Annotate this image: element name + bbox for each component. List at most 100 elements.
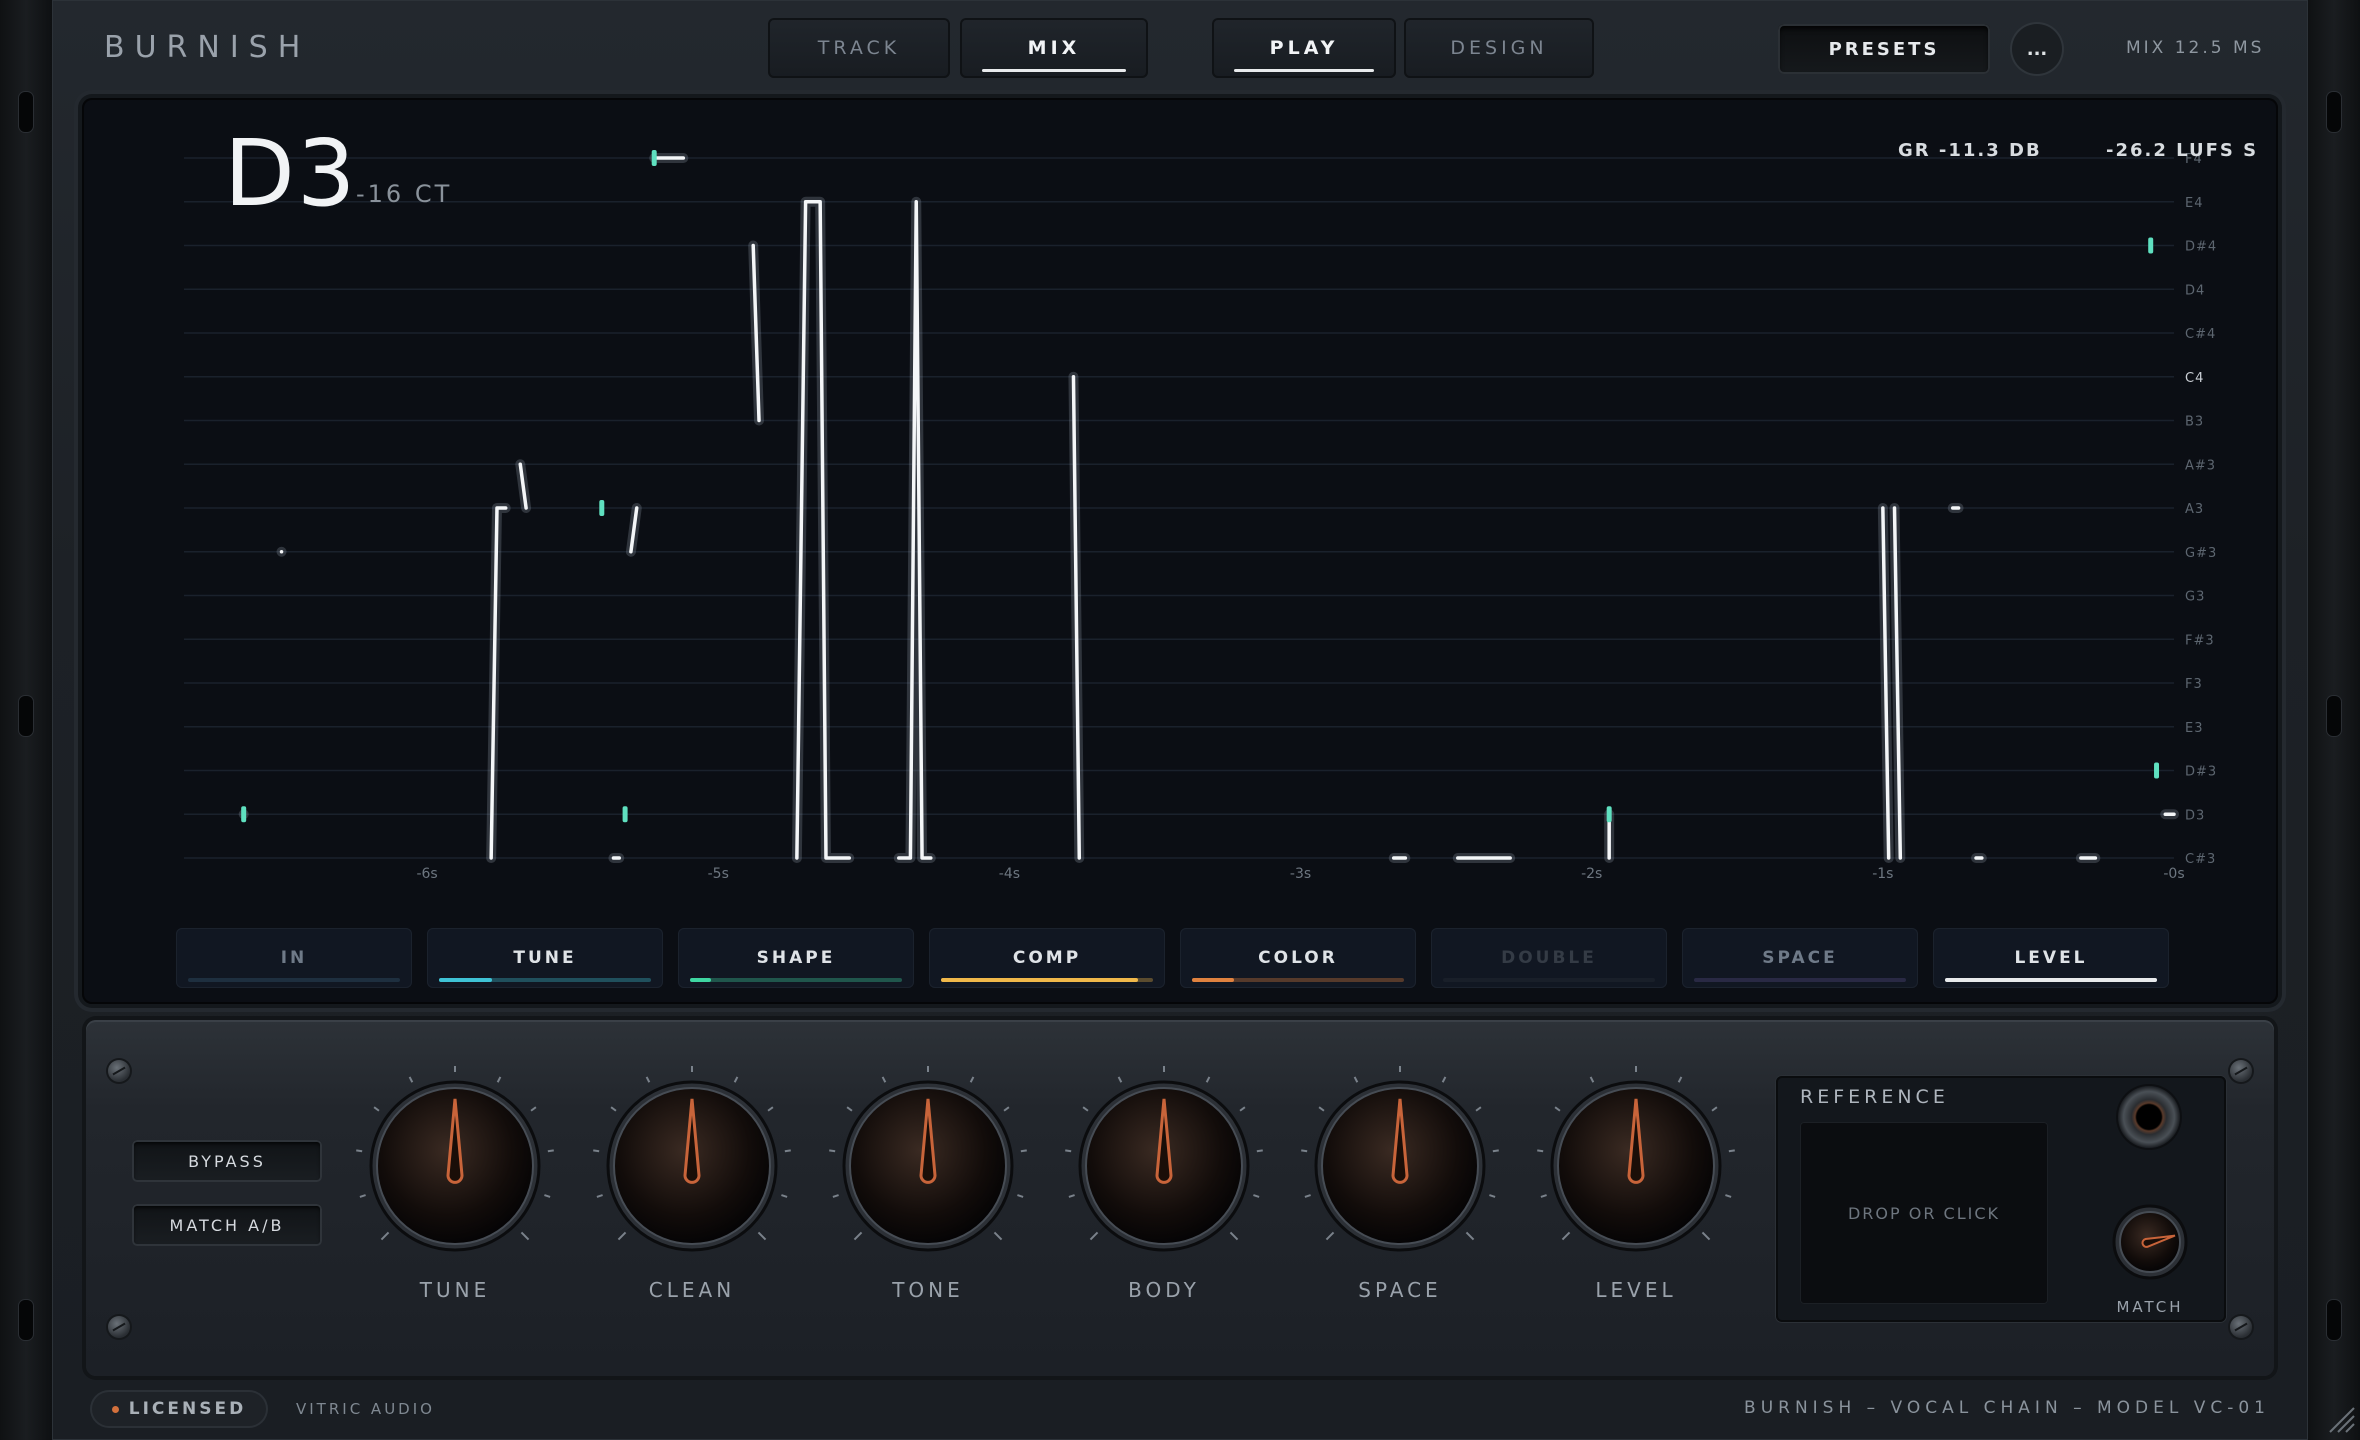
pitch-onset-marker	[241, 806, 247, 823]
match-knob-label: MATCH	[2116, 1298, 2184, 1316]
knob-body[interactable]	[1064, 1066, 1264, 1266]
knob-space[interactable]	[1300, 1066, 1500, 1266]
knob-tick	[1353, 1076, 1359, 1083]
knob-tick	[993, 1231, 1003, 1241]
rack-slot	[19, 1300, 33, 1340]
knob-tick	[544, 1194, 551, 1198]
reference-title: REFERENCE	[1800, 1086, 1949, 1108]
license-status-icon	[111, 1405, 119, 1413]
knob-tick	[617, 1231, 627, 1241]
knob-label: CLEAN	[648, 1278, 736, 1302]
stage-in-button[interactable]: IN	[176, 928, 412, 988]
knob-tick	[757, 1231, 767, 1241]
vendor-name: VITRIC AUDIO	[296, 1400, 435, 1418]
stage-level-fill	[1945, 978, 2157, 982]
knob-tick	[1701, 1231, 1711, 1241]
knob-tick	[1256, 1149, 1263, 1153]
time-tick-label: -6s	[416, 866, 437, 882]
stage-level-meter	[1443, 978, 1655, 982]
screw-icon	[2230, 1060, 2252, 1082]
knob-tick	[1325, 1231, 1335, 1241]
knob-tone[interactable]	[828, 1066, 1028, 1266]
knob-clean[interactable]	[592, 1066, 792, 1266]
resize-grip-icon[interactable]	[2326, 1404, 2356, 1434]
knob-tick	[784, 1149, 791, 1153]
pitch-tick-label: D#3	[2185, 765, 2217, 780]
knob-tick	[969, 1076, 975, 1083]
knob-label: SPACE	[1358, 1278, 1442, 1302]
knob-tick	[1589, 1076, 1595, 1083]
knob-tick	[373, 1106, 380, 1112]
knob-label: BODY	[1128, 1278, 1200, 1302]
model-name: BURNISH – VOCAL CHAIN – MODEL VC-01	[1744, 1398, 2270, 1418]
gain-reduction-readout: GR -11.3 DB	[1898, 140, 2042, 161]
stage-level-meter	[1945, 978, 2157, 982]
knob-tick	[610, 1106, 617, 1112]
knob-tick	[1020, 1149, 1027, 1153]
knob-label: TUNE	[419, 1278, 491, 1302]
knob-tick	[1561, 1231, 1571, 1241]
detected-note: D3	[224, 120, 358, 227]
knob-tick	[1017, 1194, 1024, 1198]
license-badge: LICENSED	[90, 1390, 268, 1428]
knob-tick	[767, 1106, 774, 1112]
knob-tick	[1492, 1149, 1499, 1153]
reference-jack-icon[interactable]	[2118, 1086, 2180, 1148]
reference-drop-zone[interactable]: DROP OR CLICK	[1800, 1122, 2048, 1304]
knob-tick	[853, 1231, 863, 1241]
knob-tick	[596, 1194, 603, 1198]
knob-tick	[1003, 1106, 1010, 1112]
pitch-tick-label: C4	[2185, 371, 2204, 386]
stage-level-meter	[1694, 978, 1906, 982]
screw-icon	[108, 1316, 130, 1338]
knob-tick	[832, 1194, 839, 1198]
stage-level-button[interactable]: LEVEL	[1933, 928, 2169, 988]
time-tick-label: -3s	[1290, 866, 1311, 882]
pitch-onset-marker	[651, 150, 657, 166]
screw-icon	[2230, 1316, 2252, 1338]
license-label: LICENSED	[128, 1399, 247, 1419]
time-tick-label: -0s	[2163, 866, 2184, 882]
pitch-tick-label: D4	[2185, 283, 2205, 298]
knob-tick	[846, 1106, 853, 1112]
knob-tick	[1441, 1076, 1447, 1083]
match-ab-button[interactable]: MATCH A/B	[132, 1204, 322, 1246]
stage-comp-button[interactable]: COMP	[929, 928, 1165, 988]
stage-double-button[interactable]: DOUBLE	[1431, 928, 1667, 988]
cents-offset: -16 CT	[356, 180, 453, 208]
stage-label: TUNE	[513, 948, 577, 968]
knob-tick	[359, 1194, 366, 1198]
knob-tick	[530, 1106, 537, 1112]
knob-tick	[380, 1231, 390, 1241]
pitch-onset-marker	[622, 806, 628, 823]
knob-level[interactable]	[1536, 1066, 1736, 1266]
knob-tick	[1301, 1149, 1308, 1153]
pitch-tick-label: B3	[2185, 415, 2204, 430]
stage-shape-button[interactable]: SHAPE	[678, 928, 914, 988]
stage-level-meter	[1192, 978, 1404, 982]
pitch-onset-marker	[2154, 762, 2160, 779]
knob-tick	[1068, 1194, 1075, 1198]
stage-space-button[interactable]: SPACE	[1682, 928, 1918, 988]
knob-label: TONE	[892, 1278, 964, 1302]
knob-tick	[781, 1194, 788, 1198]
knob-tick	[1065, 1149, 1072, 1153]
knob-tick	[1082, 1106, 1089, 1112]
match-knob[interactable]	[2110, 1202, 2190, 1282]
bypass-button[interactable]: BYPASS	[132, 1140, 322, 1182]
knob-tick	[1537, 1149, 1544, 1153]
knob-tune[interactable]	[355, 1066, 555, 1266]
knob-tick	[881, 1076, 887, 1083]
knob-tick	[1465, 1231, 1475, 1241]
stage-label: LEVEL	[2014, 948, 2088, 968]
stage-label: IN	[280, 948, 308, 968]
stage-tune-button[interactable]: TUNE	[427, 928, 663, 988]
knob-tick	[1711, 1106, 1718, 1112]
stage-color-button[interactable]: COLOR	[1180, 928, 1416, 988]
knob-tick	[1725, 1194, 1732, 1198]
stage-level-meter	[188, 978, 400, 982]
pitch-onset-marker	[2148, 237, 2154, 254]
knob-tick	[496, 1076, 502, 1083]
pitch-tick-label: E3	[2185, 721, 2204, 736]
knob-tick	[1554, 1106, 1561, 1112]
